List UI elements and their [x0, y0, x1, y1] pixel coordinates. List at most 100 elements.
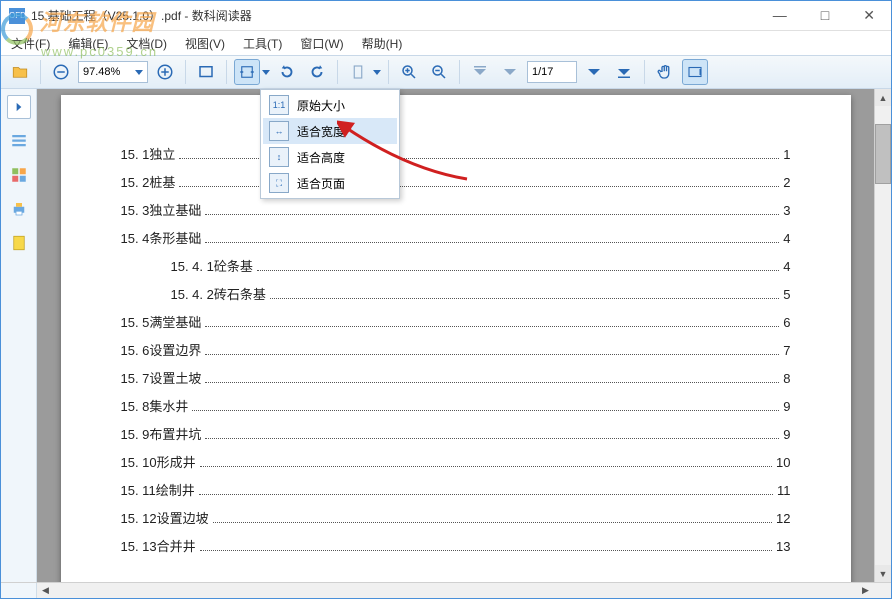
- sidebar-toggle-button[interactable]: [7, 95, 31, 119]
- toc-page-number: 1: [783, 147, 790, 162]
- vertical-scrollbar[interactable]: ▲ ▼: [874, 89, 891, 582]
- toc-number: 15. 1: [121, 147, 150, 162]
- sidebar-notes-button[interactable]: [7, 231, 31, 255]
- toc-page-number: 9: [783, 427, 790, 442]
- toc-entry: 15. 10 形成井 10: [121, 452, 791, 471]
- toc-title: 满堂基础: [149, 312, 201, 331]
- menu-document[interactable]: 文档(D): [122, 33, 171, 54]
- toc-number: 15. 5: [121, 315, 150, 330]
- menu-view[interactable]: 视图(V): [181, 33, 229, 54]
- toc-page-number: 13: [776, 539, 790, 554]
- fullscreen-button[interactable]: [193, 59, 219, 85]
- toc-page-number: 10: [776, 455, 790, 470]
- toc-page-number: 11: [777, 483, 791, 498]
- menu-file[interactable]: 文件(F): [7, 33, 54, 54]
- rotate-right-button[interactable]: [304, 59, 330, 85]
- dropdown-item-fit-page[interactable]: ⛶ 适合页面: [263, 170, 397, 196]
- sidebar-thumbnail-button[interactable]: [7, 163, 31, 187]
- toc-entry: 15. 8 集水井9: [121, 396, 791, 415]
- toolbar: 97.48% 1/17: [1, 55, 891, 89]
- toc-page-number: 5: [783, 287, 790, 302]
- zoom-level-input[interactable]: 97.48%: [78, 61, 148, 83]
- toc-entry: 15. 3 独立基础3: [121, 200, 791, 219]
- toc-title: 集水井: [149, 396, 188, 415]
- toc-number: 15. 13: [121, 539, 157, 554]
- document-area: 15. 1 独立115. 2 桩基215. 3 独立基础315. 4 条形基础4…: [37, 89, 891, 582]
- toc-entry: 15. 11 绘制井11: [121, 480, 791, 499]
- menu-edit[interactable]: 编辑(E): [64, 33, 112, 54]
- toc-number: 15. 8: [121, 399, 150, 414]
- toc-page-number: 3: [783, 203, 790, 218]
- document-page: 15. 1 独立115. 2 桩基215. 3 独立基础315. 4 条形基础4…: [61, 95, 851, 582]
- first-page-button[interactable]: [467, 59, 493, 85]
- menu-window[interactable]: 窗口(W): [296, 33, 347, 54]
- toc-title: 绘制井: [156, 480, 195, 499]
- sidebar-outline-button[interactable]: [7, 129, 31, 153]
- toc-entry: 15. 4. 1 砼条基 4: [121, 256, 791, 275]
- single-page-button[interactable]: [345, 59, 371, 85]
- zoom-in-tool-button[interactable]: [396, 59, 422, 85]
- toc-title: 合并井: [157, 536, 196, 555]
- fit-mode-button[interactable]: [234, 59, 260, 85]
- zoom-out-button[interactable]: [48, 59, 74, 85]
- last-page-button[interactable]: [611, 59, 637, 85]
- toc-title: 形成井: [157, 452, 196, 471]
- toc-title: 桩基: [149, 172, 175, 191]
- zoom-in-button[interactable]: [152, 59, 178, 85]
- menu-tool[interactable]: 工具(T): [239, 33, 286, 54]
- maximize-button[interactable]: □: [813, 5, 837, 26]
- dropdown-item-original-size[interactable]: 1:1 原始大小: [263, 92, 397, 118]
- app-icon: OFD: [9, 8, 25, 24]
- toc-title: 设置边界: [149, 340, 201, 359]
- sidebar: [1, 89, 37, 582]
- dropdown-item-fit-height[interactable]: ↕ 适合高度: [263, 144, 397, 170]
- toc-title: 设置边坡: [157, 508, 209, 527]
- toc-title: 布置井坑: [149, 424, 201, 443]
- page-layout-dropdown-toggle[interactable]: [373, 70, 381, 75]
- zoom-out-tool-button[interactable]: [426, 59, 452, 85]
- toc-number: 15. 2: [121, 175, 150, 190]
- toc-number: 15. 6: [121, 343, 150, 358]
- open-button[interactable]: [7, 59, 33, 85]
- toc-number: 15. 3: [121, 203, 150, 218]
- toc-number: 15. 4: [121, 231, 150, 246]
- fit-height-icon: ↕: [269, 147, 289, 167]
- toc-number: 15. 9: [121, 427, 150, 442]
- toc-entry: 15. 4. 2 砖石条基 5: [121, 284, 791, 303]
- text-select-tool-button[interactable]: [682, 59, 708, 85]
- rotate-left-button[interactable]: [274, 59, 300, 85]
- toc-entry: 15. 13 合并井 13: [121, 536, 791, 555]
- window-title: 15.基础工程（V25.1.0）.pdf - 数科阅读器: [31, 7, 252, 24]
- minimize-button[interactable]: —: [765, 5, 795, 26]
- toc-title: 砖石条基: [214, 284, 266, 303]
- toc-number: 15. 4. 2: [171, 287, 214, 302]
- toc-entry: 15. 7 设置土坡 8: [121, 368, 791, 387]
- prev-page-button[interactable]: [497, 59, 523, 85]
- toc-number: 15. 7: [121, 371, 150, 386]
- hand-tool-button[interactable]: [652, 59, 678, 85]
- toc-entry: 15. 2 桩基2: [121, 172, 791, 191]
- toc-title: 独立: [149, 144, 175, 163]
- menubar: 文件(F) 编辑(E) 文档(D) 视图(V) 工具(T) 窗口(W) 帮助(H…: [1, 31, 891, 55]
- menu-help[interactable]: 帮助(H): [358, 33, 407, 54]
- close-button[interactable]: ✕: [855, 5, 883, 26]
- fit-width-icon: ↔: [269, 121, 289, 141]
- toc-number: 15. 10: [121, 455, 157, 470]
- toc-entry: 15. 1 独立 1: [121, 144, 791, 163]
- toc-page-number: 4: [783, 231, 790, 246]
- dropdown-item-fit-width[interactable]: ↔ 适合宽度: [263, 118, 397, 144]
- toc-page-number: 12: [776, 511, 790, 526]
- toc-page-number: 4: [783, 259, 790, 274]
- sidebar-print-button[interactable]: [7, 197, 31, 221]
- page-number-input[interactable]: 1/17: [527, 61, 577, 83]
- fit-mode-dropdown: 1:1 原始大小 ↔ 适合宽度 ↕ 适合高度 ⛶ 适合页面: [260, 89, 400, 199]
- horizontal-scrollbar[interactable]: ◀▶: [1, 582, 891, 598]
- fit-mode-dropdown-toggle[interactable]: [262, 70, 270, 75]
- toc-entry: 15. 5 满堂基础6: [121, 312, 791, 331]
- toc-title: 设置土坡: [149, 368, 201, 387]
- toc-number: 15. 4. 1: [171, 259, 214, 274]
- titlebar: OFD 15.基础工程（V25.1.0）.pdf - 数科阅读器 — □ ✕: [1, 1, 891, 31]
- toc-page-number: 8: [783, 371, 790, 386]
- next-page-button[interactable]: [581, 59, 607, 85]
- toc-title: 砼条基: [214, 256, 253, 275]
